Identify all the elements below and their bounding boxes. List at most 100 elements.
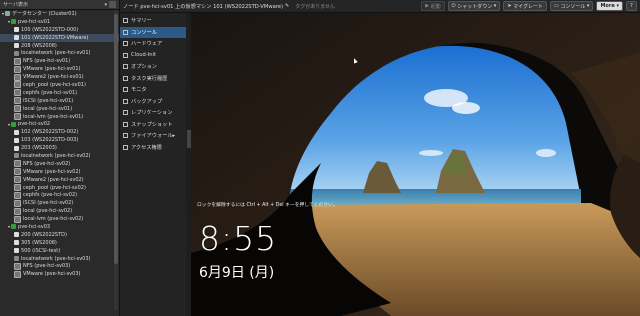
submenu-item[interactable]: アクセス権限 xyxy=(120,142,186,154)
summary-icon xyxy=(123,18,128,24)
submenu-item[interactable]: オプション xyxy=(120,61,186,73)
submenu-item[interactable]: バックアップ xyxy=(120,96,186,108)
submenu-item[interactable]: Cloud-Init xyxy=(120,50,186,62)
tree-item[interactable]: VMware (pve-hci-sv02) xyxy=(0,168,119,176)
shutdown-button[interactable]: ⏻ シャットダウン ▾ xyxy=(447,1,501,11)
tree-item-label: iSCSI (pve-hci-sv01) xyxy=(23,97,74,104)
submenu-item[interactable]: スナップショット xyxy=(120,119,186,131)
tree-node-item[interactable]: ▾ pve-hci-sv02 xyxy=(0,120,119,128)
replication-icon xyxy=(123,110,128,116)
tree-item-label: VMware2 (pve-hci-sv02) xyxy=(23,176,84,183)
tree-item[interactable]: localnetwork (pve-hci-sv01) xyxy=(0,49,119,57)
tree-item-label: local (pve-hci-sv02) xyxy=(23,208,73,215)
expand-caret-icon[interactable]: ▾ xyxy=(8,122,10,127)
tree-datacenter-item[interactable]: ▾ データセンター (Cluster01) xyxy=(0,10,119,18)
tree-item[interactable]: NFS (pve-hci-sv03) xyxy=(0,262,119,271)
tree-item[interactable]: 102 (WS2022STD-002) xyxy=(0,128,119,136)
tree-item-label: localnetwork (pve-hci-sv01) xyxy=(21,50,91,57)
gear-icon[interactable] xyxy=(109,1,116,8)
console-label: コンソール xyxy=(560,3,586,10)
tree-scrollbar[interactable] xyxy=(114,10,118,310)
backup-icon xyxy=(123,98,128,104)
submenu-item[interactable]: サマリー xyxy=(120,15,186,27)
tree-item[interactable]: local-lvm (pve-hci-sv02) xyxy=(0,215,119,223)
options-icon xyxy=(123,64,128,70)
tree-item-label: local-lvm (pve-hci-sv01) xyxy=(23,113,84,120)
submenu-item[interactable]: モニタ xyxy=(120,84,186,96)
migrate-label: マイグレート xyxy=(513,3,543,10)
tree-item[interactable]: 101 (WS2022STD-VMware) xyxy=(0,33,119,42)
tree-item[interactable]: cephfs (pve-hci-sv02) xyxy=(0,191,119,199)
tree-item[interactable]: localnetwork (pve-hci-sv03) xyxy=(0,255,119,263)
tree-item[interactable]: cephfs (pve-hci-sv01) xyxy=(0,89,119,97)
tree-item-label: 102 (WS2022STD-002) xyxy=(21,129,79,136)
vm-title: ノード pve-hci-sv01 上の仮想マシン 101 (WS2022STD-… xyxy=(123,3,283,10)
vnc-console[interactable]: ロックを解除するには Ctrl + Alt + Del キーを押してください。 … xyxy=(191,13,640,316)
tree-item-label: 208 (WS2008) xyxy=(21,42,57,49)
tree-item[interactable]: iSCSI (pve-hci-sv02) xyxy=(0,199,119,207)
tags-placeholder[interactable]: タグがありません xyxy=(295,3,335,10)
tree-item-label: NFS (pve-hci-sv02) xyxy=(23,160,71,167)
submenu-item-label: スナップショット xyxy=(131,121,173,128)
vm-icon xyxy=(14,248,19,254)
tree-item-label: 200 (WS2022STD) xyxy=(21,231,67,238)
help-button[interactable]: ? xyxy=(626,1,637,11)
storage-icon xyxy=(14,199,21,207)
tree-item[interactable]: 100 (WS2022STD-000) xyxy=(0,26,119,34)
tree-item-label: NFS (pve-hci-sv03) xyxy=(23,263,71,270)
tree-item-label: VMware (pve-hci-sv01) xyxy=(23,66,81,73)
tree-item[interactable]: local-lvm (pve-hci-sv01) xyxy=(0,113,119,121)
submenu-item[interactable]: タスク実行履歴 xyxy=(120,73,186,85)
tree-item[interactable]: 103 (WS2022STD-003) xyxy=(0,136,119,144)
view-selector[interactable]: サーバ表示 xyxy=(3,1,28,8)
migrate-button[interactable]: ➤ マイグレート xyxy=(503,1,547,11)
tree-item-label: VMware (pve-hci-sv02) xyxy=(23,168,81,175)
terminal-icon xyxy=(123,29,128,35)
submenu-item[interactable]: コンソール xyxy=(120,26,186,38)
more-button[interactable]: More ▾ xyxy=(596,1,623,11)
tree-item-label: iSCSI (pve-hci-sv02) xyxy=(23,200,74,207)
vm-icon xyxy=(14,137,19,143)
tree-item[interactable]: local (pve-hci-sv02) xyxy=(0,207,119,215)
tree-item[interactable]: 208 (WS2008) xyxy=(0,42,119,50)
tree-item[interactable]: VMware (pve-hci-sv01) xyxy=(0,65,119,73)
tree-item[interactable]: ceph_pool (pve-hci-sv02) xyxy=(0,184,119,192)
expand-caret-icon[interactable]: ▾ xyxy=(8,224,10,229)
tree-item[interactable]: 200 (WS2022STD) xyxy=(0,231,119,239)
tree-item[interactable]: VMware (pve-hci-sv03) xyxy=(0,270,119,278)
tree-item[interactable]: 305 (WS2008) xyxy=(0,239,119,247)
network-icon xyxy=(14,153,19,159)
tree-node-item[interactable]: ▾ pve-hci-sv03 xyxy=(0,223,119,231)
tree-node-item[interactable]: ▾ pve-hci-sv01 xyxy=(0,18,119,26)
submenu-item[interactable]: ファイアウォール ▸ xyxy=(120,130,186,142)
tree-item[interactable]: NFS (pve-hci-sv02) xyxy=(0,160,119,168)
tree-item[interactable]: 203 (WS2003) xyxy=(0,144,119,152)
scrollbar-thumb[interactable] xyxy=(114,14,118,264)
submenu-item[interactable]: レプリケーション xyxy=(120,107,186,119)
storage-icon xyxy=(14,57,21,65)
storage-icon xyxy=(14,73,21,81)
edit-pencil-icon[interactable]: ✎ xyxy=(285,3,289,9)
tree-item[interactable]: localnetwork (pve-hci-sv02) xyxy=(0,152,119,160)
tree-item-label: 101 (WS2022STD-VMware) xyxy=(21,34,89,41)
tree-item[interactable]: local (pve-hci-sv01) xyxy=(0,105,119,113)
start-label: 起動 xyxy=(430,3,441,10)
expand-caret-icon[interactable]: ▾ xyxy=(2,11,4,16)
vm-icon xyxy=(14,145,19,151)
start-button[interactable]: ▶ 起動 xyxy=(421,1,445,11)
tree-item[interactable]: VMware2 (pve-hci-sv01) xyxy=(0,73,119,81)
tree-item[interactable]: iSCSI (pve-hci-sv01) xyxy=(0,97,119,105)
tree-item[interactable]: 500 (iSCSI-test) xyxy=(0,247,119,255)
tree-item-label: pve-hci-sv03 xyxy=(18,223,51,230)
tree-item[interactable]: NFS (pve-hci-sv01) xyxy=(0,57,119,65)
network-icon xyxy=(14,256,19,262)
vm-icon xyxy=(14,240,19,246)
expand-caret-icon[interactable]: ▾ xyxy=(8,19,10,24)
tree-item-label: データセンター (Cluster01) xyxy=(12,11,77,18)
console-button[interactable]: ▭ コンソール ▾ xyxy=(550,1,594,11)
tree-item[interactable]: ceph_pool (pve-hci-sv01) xyxy=(0,81,119,89)
submenu-item[interactable]: ハードウェア xyxy=(120,38,186,50)
chevron-down-icon: ▾ xyxy=(492,3,497,9)
dropdown-arrow-icon[interactable]: ▾ xyxy=(104,2,107,8)
tree-item[interactable]: VMware2 (pve-hci-sv02) xyxy=(0,176,119,184)
